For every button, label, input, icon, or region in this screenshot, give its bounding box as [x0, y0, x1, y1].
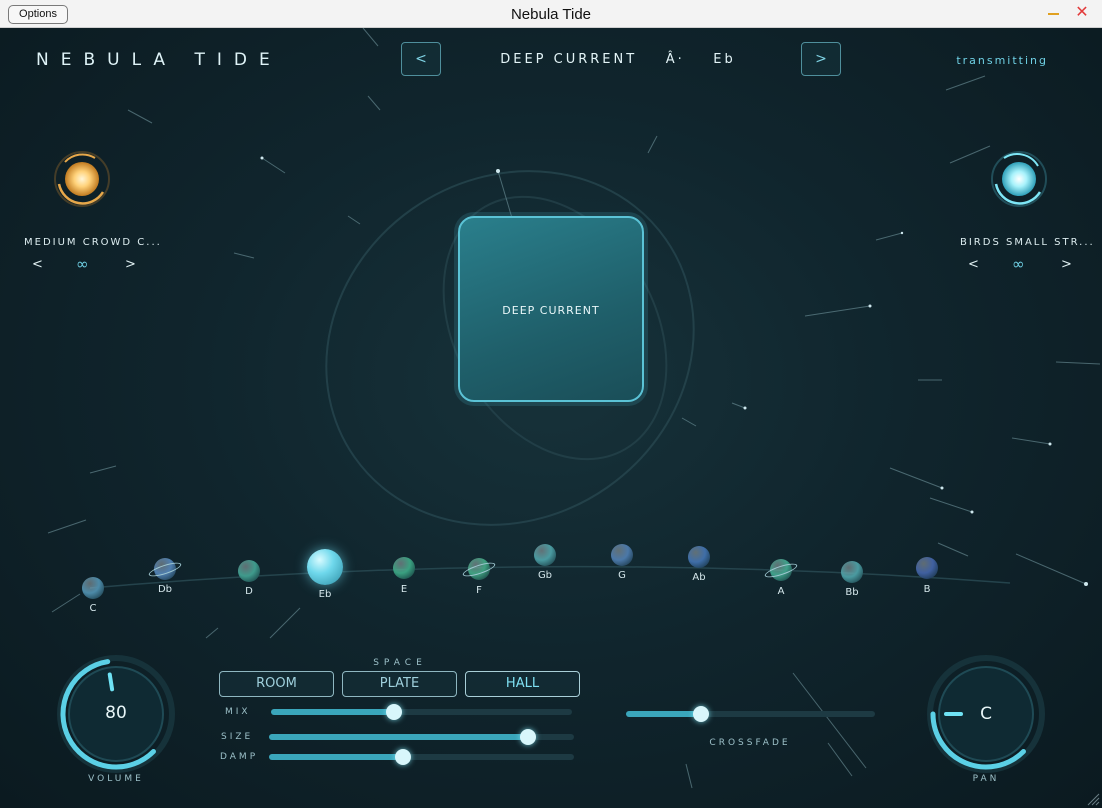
minimize-icon[interactable] — [1046, 4, 1062, 20]
key-label: G — [618, 570, 626, 581]
space-room-button[interactable]: ROOM — [219, 671, 334, 697]
key-planet-bb[interactable] — [841, 561, 863, 583]
resize-grip-icon[interactable] — [1086, 792, 1100, 806]
volume-value: 80 — [105, 703, 127, 723]
space-plate-button[interactable]: PLATE — [342, 671, 457, 697]
preset-title: DEEP CURRENT Â· Eb — [460, 52, 776, 67]
left-layer-loop-icon[interactable]: ∞ — [76, 255, 89, 273]
mix-label: MIX — [225, 707, 251, 717]
key-planet-e[interactable] — [393, 557, 415, 579]
key-label: Ab — [692, 572, 706, 583]
key-label: Eb — [318, 589, 332, 600]
left-layer-next-button[interactable]: > — [125, 257, 136, 272]
space-section-title: SPACE — [373, 658, 427, 668]
key-planet-g[interactable] — [611, 544, 633, 566]
right-layer-next-button[interactable]: > — [1061, 257, 1072, 272]
space-hall-button[interactable]: HALL — [465, 671, 580, 697]
key-label: Bb — [845, 587, 859, 598]
preset-key: Eb — [713, 52, 736, 67]
key-label: C — [89, 603, 97, 614]
brand-title: NEBULA TIDE — [36, 50, 282, 70]
key-label: B — [923, 584, 931, 595]
crossfade-label: CROSSFADE — [709, 738, 791, 748]
left-layer-prev-button[interactable]: < — [32, 257, 43, 272]
mix-slider[interactable] — [271, 704, 572, 720]
preset-name: DEEP CURRENT — [500, 52, 638, 67]
crossfade-slider[interactable] — [626, 706, 875, 722]
volume-label: VOLUME — [88, 774, 144, 784]
pan-value: C — [980, 704, 992, 724]
key-label: F — [476, 585, 482, 596]
sun-orb-icon[interactable] — [51, 148, 111, 208]
key-planet-gb[interactable] — [534, 544, 556, 566]
size-slider-fill — [269, 734, 529, 740]
key-planet-d[interactable] — [238, 560, 260, 582]
damp-label: DAMP — [220, 752, 259, 762]
left-layer-name: MEDIUM CROWD C... — [24, 237, 162, 248]
mix-slider-fill — [271, 709, 395, 715]
right-layer-name: BIRDS SMALL STR... — [960, 237, 1095, 248]
key-planet-b[interactable] — [916, 557, 938, 579]
window-title: Nebula Tide — [510, 6, 592, 23]
key-planet-ab[interactable] — [688, 546, 710, 568]
key-planet-eb[interactable] — [307, 549, 343, 585]
damp-slider[interactable] — [269, 749, 574, 765]
key-label: D — [245, 586, 253, 597]
size-label: SIZE — [221, 732, 254, 742]
right-layer-prev-button[interactable]: < — [968, 257, 979, 272]
next-preset-button[interactable]: > — [801, 42, 841, 76]
ice-orb-icon[interactable] — [988, 148, 1048, 208]
prev-preset-button[interactable]: < — [401, 42, 441, 76]
key-planet-a[interactable] — [763, 559, 799, 581]
key-label: Gb — [537, 570, 553, 581]
close-icon[interactable]: ✕ — [1074, 4, 1090, 20]
key-label: E — [400, 584, 408, 595]
crossfade-slider-thumb[interactable] — [692, 706, 709, 722]
preset-marker: Â· — [665, 52, 685, 67]
key-label: A — [777, 586, 785, 597]
key-planet-c[interactable] — [82, 577, 104, 599]
key-planet-f[interactable] — [461, 558, 497, 580]
key-planet-db[interactable] — [147, 558, 183, 580]
center-pad-label: DEEP CURRENT — [502, 304, 600, 317]
key-label: Db — [157, 584, 173, 595]
window-titlebar: Options Nebula Tide ✕ — [0, 0, 1102, 28]
pan-label: PAN — [972, 774, 1000, 784]
crossfade-slider-fill — [626, 711, 701, 717]
center-pad[interactable]: DEEP CURRENT — [458, 216, 644, 402]
right-layer-loop-icon[interactable]: ∞ — [1012, 255, 1025, 273]
plugin-stage: NEBULA TIDE < DEEP CURRENT Â· Eb > trans… — [0, 28, 1102, 808]
size-slider[interactable] — [269, 729, 574, 745]
damp-slider-fill — [269, 754, 404, 760]
status-text: transmitting — [956, 54, 1048, 67]
